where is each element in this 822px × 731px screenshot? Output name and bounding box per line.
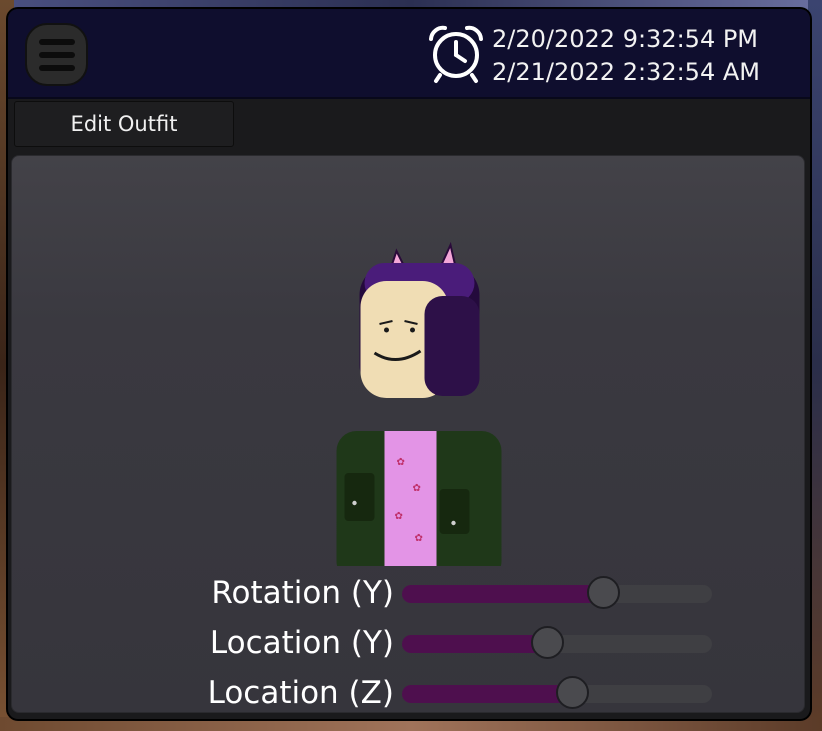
outfit-window: 2/20/2022 9:32:54 PM 2/21/2022 2:32:54 A… (8, 9, 810, 719)
slider-fill (402, 585, 604, 603)
slider-knob[interactable] (555, 676, 589, 709)
location-y-slider-row: Location (Y) (12, 620, 806, 666)
rotation-y-slider-row: Rotation (Y) (12, 570, 806, 616)
svg-text:✿: ✿ (413, 483, 421, 494)
top-bar: 2/20/2022 9:32:54 PM 2/21/2022 2:32:54 A… (8, 9, 810, 99)
location-z-label: Location (Z) (207, 675, 394, 711)
background-scene-right (808, 0, 822, 731)
hamburger-menu-icon[interactable] (25, 23, 88, 86)
location-z-slider[interactable] (402, 676, 712, 709)
slider-fill (402, 635, 548, 653)
avatar-preview-panel: ✿ ✿ ✿ ✿ Rotation (Y) Location (Y) Locati… (11, 155, 805, 713)
menu-line (38, 64, 75, 71)
svg-text:✿: ✿ (397, 457, 405, 468)
rotation-y-slider[interactable] (402, 576, 712, 609)
menu-line (38, 38, 75, 45)
clock-readout: 2/20/2022 9:32:54 PM 2/21/2022 2:32:54 A… (492, 23, 760, 89)
menu-line (38, 51, 75, 58)
svg-text:✿: ✿ (395, 511, 403, 522)
background-scene-bottom (0, 717, 822, 731)
time-primary: 2/20/2022 9:32:54 PM (492, 25, 759, 53)
edit-outfit-button[interactable]: Edit Outfit (14, 101, 234, 147)
alarm-clock-icon (429, 25, 483, 83)
avatar-preview: ✿ ✿ ✿ ✿ (336, 241, 502, 566)
svg-text:✿: ✿ (415, 533, 423, 544)
slider-fill (402, 685, 573, 703)
time-secondary: 2/21/2022 2:32:54 AM (492, 58, 760, 86)
location-y-label: Location (Y) (209, 625, 394, 661)
location-z-slider-row: Location (Z) (12, 670, 806, 716)
location-y-slider[interactable] (402, 626, 712, 659)
slider-knob[interactable] (586, 576, 620, 609)
rotation-y-label: Rotation (Y) (211, 575, 394, 611)
slider-knob[interactable] (530, 626, 564, 659)
